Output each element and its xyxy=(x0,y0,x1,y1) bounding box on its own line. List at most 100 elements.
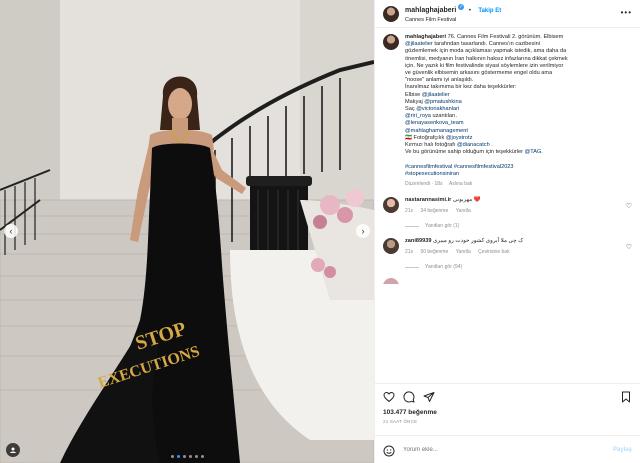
caption-line: Kırmızı halı fotoğrafı @dianacatch . xyxy=(405,142,493,149)
carousel-dot xyxy=(170,455,174,458)
mention-link[interactable]: @riri_roya xyxy=(405,113,431,119)
see-translation-link[interactable]: Çevirisine bak xyxy=(478,249,509,255)
comment-item: zani89939 ک چی ملا آبروی کشور خودت رو می… xyxy=(383,238,632,256)
mention-link[interactable]: @victoriakhanlari xyxy=(416,106,459,112)
user-tag-icon xyxy=(10,447,16,453)
caption-line: Ve bu görünüme sahip olduğum için teşekk… xyxy=(405,149,543,156)
comment-like-heart-icon[interactable]: ♡ xyxy=(626,243,632,251)
carousel-dot xyxy=(182,455,186,458)
photo-scene: STOP EXECUTIONS xyxy=(0,0,374,463)
author-username[interactable]: mahlaghajaberi xyxy=(405,7,456,14)
carousel-dot xyxy=(200,455,204,458)
post-actions: 103.477 beğenme 21 SAAT ÖNCE xyxy=(375,383,640,435)
reply-button[interactable]: Yanıtla xyxy=(456,249,471,255)
caption-line: @mahlaghamanagement xyxy=(405,128,468,134)
view-replies-button[interactable]: Yanıtları gör (94) xyxy=(405,264,632,270)
next-image-button[interactable]: › xyxy=(356,224,370,238)
comment-text: مهربونی ❤️ xyxy=(452,197,481,204)
carousel-dot xyxy=(194,455,198,458)
caption-text: mahlaghajaberi 76. Cannes Film Festivali… xyxy=(405,34,632,188)
author-avatar[interactable] xyxy=(383,5,399,22)
mention-link[interactable]: @joystrotz xyxy=(446,135,473,141)
caption-line: İnanılmaz takımıma bir kez daha teşekkür… xyxy=(405,84,517,91)
mention-link[interactable]: @jilaatelier xyxy=(405,41,433,47)
comment-text: ک چی ملا آبروی کشور خودت رو میبری xyxy=(433,238,524,245)
action-icons xyxy=(383,390,632,404)
mention-link[interactable]: @TAG. xyxy=(525,149,543,155)
like-count[interactable]: 103.477 beğenme xyxy=(383,409,632,416)
comment-item-partial xyxy=(383,278,632,285)
comment-time: 21s xyxy=(405,208,414,215)
share-send-icon[interactable] xyxy=(423,391,435,403)
post-side-panel: mahlaghajaberi ✓ • Takip Et Cannes Film F… xyxy=(374,0,640,463)
hashtag-link[interactable]: #stopexecutionsiniran xyxy=(405,171,459,177)
caption-avatar[interactable] xyxy=(383,34,399,50)
caption-line: Saç @victoriakhanlari xyxy=(405,106,460,113)
see-translation-link[interactable]: Aslına bak xyxy=(449,181,472,187)
comment-username[interactable]: nastarannasimi.ir xyxy=(405,197,451,203)
carousel-dot-active xyxy=(176,455,180,458)
reply-button[interactable]: Yanıtla xyxy=(456,208,471,214)
caption-line: "noose" anlamı iyi anlaşıldı. xyxy=(405,77,474,84)
hashtag-link[interactable]: #cannesfilmfestival2023 xyxy=(454,164,514,170)
follow-button[interactable]: Takip Et xyxy=(478,8,501,14)
carousel-dot xyxy=(188,455,192,458)
comment-avatar[interactable] xyxy=(383,197,399,214)
bookmark-save-icon[interactable] xyxy=(620,391,632,403)
mention-link[interactable]: @jilaatelier xyxy=(422,92,450,98)
caption-line: Elbise @jilaatelier xyxy=(405,91,450,98)
caption-username[interactable]: mahlaghajaberi xyxy=(405,34,446,40)
post-location[interactable]: Cannes Film Festival xyxy=(405,16,501,25)
mention-link[interactable]: @lenayasenkova_team xyxy=(405,120,464,126)
comment-meta: 21s 34 beğenme Yanıtla xyxy=(405,208,632,215)
caption-line: önemlisi, medyanın İran halkının haksız … xyxy=(405,55,568,62)
post-header: mahlaghajaberi ✓ • Takip Et Cannes Film F… xyxy=(375,0,640,28)
chevron-right-icon: › xyxy=(361,226,365,236)
comment-icon[interactable] xyxy=(403,391,415,403)
caption-line: Makyaj @pmatushkina xyxy=(405,98,462,105)
hashtag-link[interactable]: #cannesfilmfestival xyxy=(405,164,452,170)
more-options-icon[interactable]: ••• xyxy=(621,8,632,17)
like-heart-icon[interactable] xyxy=(383,391,395,403)
post-timestamp: 21 SAAT ÖNCE xyxy=(383,419,418,424)
view-replies-button[interactable]: Yanıtları gör (1) xyxy=(405,223,632,229)
comment-avatar[interactable] xyxy=(383,278,399,285)
mention-link[interactable]: @dianacatch xyxy=(457,142,490,148)
emoji-icon[interactable] xyxy=(383,444,395,456)
comment-time: 21s xyxy=(405,249,414,256)
comment-item: nastarannasimi.ir مهربونی ❤️ 21s 34 beğe… xyxy=(383,197,632,215)
mention-link[interactable]: @mahlaghamanagement xyxy=(405,128,468,134)
caption-line: 🇮🇷 Fotoğrafçılık @joystrotz xyxy=(405,134,473,141)
caption-edited: Düzenlendi · 18s xyxy=(405,181,443,188)
caption-line: @riri_roya uzantıları. xyxy=(405,113,458,120)
caption-line: @lenayasenkova_team xyxy=(405,120,464,126)
caption-line: #cannesfilmfestival #cannesfilmfestival2… xyxy=(405,164,514,170)
caption-meta: Düzenlendi · 18s Aslına bak xyxy=(405,181,632,188)
caption-line: ve güvenlik elbisemin arkasını göstermem… xyxy=(405,70,553,77)
caption: mahlaghajaberi 76. Cannes Film Festivali… xyxy=(383,34,632,188)
comment-avatar[interactable] xyxy=(383,238,399,255)
author-info: mahlaghajaberi ✓ • Takip Et Cannes Film F… xyxy=(405,4,502,25)
caption-line: #stopexecutionsiniran xyxy=(405,171,459,177)
comment-body: nastarannasimi.ir مهربونی ❤️ 21s 34 beğe… xyxy=(405,197,632,215)
caption-line: için. Ne yazık ki film festivalinde siya… xyxy=(405,62,564,69)
comment-meta: 21s 50 beğenme Yanıtla Çevirisine bak xyxy=(405,249,632,256)
comment-input[interactable] xyxy=(403,446,613,453)
comment-likes[interactable]: 50 beğenme xyxy=(420,249,448,255)
caption-line: @jilaatelier tarafından tasarlandı. Cann… xyxy=(405,41,540,48)
chevron-left-icon: ‹ xyxy=(9,226,13,236)
comment-username[interactable]: zani89939 xyxy=(405,238,431,244)
comment-like-heart-icon[interactable]: ♡ xyxy=(626,202,632,210)
comment-likes[interactable]: 34 beğenme xyxy=(420,208,448,214)
carousel-dots xyxy=(0,455,374,458)
post-comment-button[interactable]: Paylaş xyxy=(613,447,632,453)
caption-line: 76. Cannes Film Festivali 2. görünüm. El… xyxy=(447,34,564,40)
caption-body: 76. Cannes Film Festivali 2. görünüm. El… xyxy=(405,34,568,177)
comments-scroll-area[interactable]: mahlaghajaberi 76. Cannes Film Festivali… xyxy=(375,28,640,383)
add-comment-bar: Paylaş xyxy=(375,435,640,463)
post-modal: STOP EXECUTIONS ‹ › mahlaghajaberi ✓ • T… xyxy=(0,0,640,463)
comment-body: zani89939 ک چی ملا آبروی کشور خودت رو می… xyxy=(405,238,632,256)
mention-link[interactable]: @pmatushkina xyxy=(424,99,461,105)
previous-image-button[interactable]: ‹ xyxy=(4,224,18,238)
post-photo[interactable]: STOP EXECUTIONS ‹ › xyxy=(0,0,374,463)
